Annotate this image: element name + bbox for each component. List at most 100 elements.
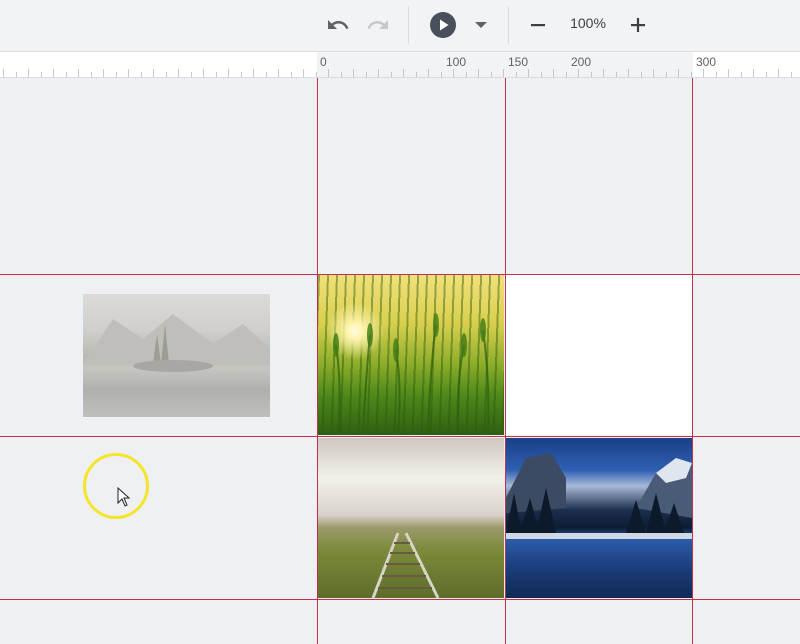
ruler-tick bbox=[728, 69, 729, 77]
ruler-tick bbox=[616, 72, 617, 77]
ruler-tick bbox=[3, 69, 4, 77]
mountain-lake-image[interactable] bbox=[506, 438, 692, 598]
guide-line-horizontal[interactable] bbox=[0, 436, 800, 437]
ruler-tick bbox=[203, 69, 204, 77]
ruler-tick bbox=[766, 72, 767, 77]
ruler-tick bbox=[53, 69, 54, 77]
railway-graphic bbox=[371, 532, 440, 598]
ruler-tick bbox=[278, 69, 279, 77]
toolbar-separator bbox=[408, 6, 409, 44]
caret-down-icon bbox=[475, 22, 487, 28]
ruler-tick bbox=[778, 69, 779, 77]
undo-button[interactable] bbox=[322, 8, 354, 42]
undo-icon bbox=[328, 20, 349, 29]
ruler-tick bbox=[716, 72, 717, 77]
toolbar-separator bbox=[508, 6, 509, 44]
ruler-tick bbox=[316, 72, 317, 77]
ruler-tick bbox=[178, 69, 179, 77]
wheat-stalks-graphic bbox=[333, 313, 490, 435]
ruler-tick bbox=[528, 69, 529, 77]
ruler-tick bbox=[591, 72, 592, 77]
ruler-tick bbox=[116, 72, 117, 77]
ruler-tick bbox=[541, 72, 542, 77]
ruler-tick bbox=[166, 72, 167, 77]
guide-line-horizontal[interactable] bbox=[0, 599, 800, 600]
mountain-graphic bbox=[506, 453, 692, 539]
ruler-tick bbox=[228, 69, 229, 77]
ruler-label: 150 bbox=[508, 55, 529, 69]
ruler-tick bbox=[366, 72, 367, 77]
design-canvas[interactable] bbox=[0, 78, 800, 644]
ruler-tick bbox=[16, 72, 17, 77]
plus-icon bbox=[631, 18, 645, 32]
ruler-tick bbox=[91, 72, 92, 77]
ruler-active-range bbox=[317, 52, 693, 77]
ruler-tick bbox=[266, 72, 267, 77]
ruler-tick bbox=[191, 72, 192, 77]
ruler-tick bbox=[378, 69, 379, 77]
ruler-tick bbox=[416, 72, 417, 77]
ruler-tick bbox=[453, 69, 454, 77]
ruler-label: 0 bbox=[320, 55, 327, 69]
ruler-tick bbox=[653, 69, 654, 77]
ruler-tick bbox=[791, 72, 792, 77]
ruler-tick bbox=[391, 72, 392, 77]
wheat-field-image[interactable] bbox=[318, 275, 504, 435]
ruler-tick bbox=[678, 69, 679, 77]
ruler-tick bbox=[503, 69, 504, 77]
ruler-tick bbox=[303, 69, 304, 77]
mouse-pointer-icon bbox=[117, 487, 131, 507]
guide-line-vertical[interactable] bbox=[317, 78, 318, 644]
zoom-in-button[interactable] bbox=[626, 8, 650, 42]
ruler-tick bbox=[666, 72, 667, 77]
ruler-tick bbox=[603, 69, 604, 77]
railway-track-image[interactable] bbox=[318, 438, 504, 598]
ruler-tick bbox=[241, 72, 242, 77]
ruler-tick bbox=[141, 72, 142, 77]
redo-button[interactable] bbox=[362, 8, 394, 42]
play-icon bbox=[430, 12, 456, 38]
minus-icon bbox=[531, 24, 545, 27]
ruler-tick bbox=[328, 69, 329, 77]
ruler-tick bbox=[516, 72, 517, 77]
ruler-tick bbox=[741, 72, 742, 77]
ruler-tick bbox=[641, 72, 642, 77]
ruler-tick bbox=[153, 69, 154, 77]
ruler-tick bbox=[353, 69, 354, 77]
ruler-tick bbox=[491, 72, 492, 77]
zoom-out-button[interactable] bbox=[526, 8, 550, 42]
guide-line-vertical[interactable] bbox=[692, 78, 693, 644]
ruler-tick bbox=[128, 69, 129, 77]
zoom-level[interactable]: 100% bbox=[566, 15, 610, 31]
play-options-dropdown[interactable] bbox=[470, 8, 492, 42]
ruler-tick bbox=[628, 69, 629, 77]
ruler-tick bbox=[78, 69, 79, 77]
play-button[interactable] bbox=[428, 8, 458, 42]
ruler-tick bbox=[403, 69, 404, 77]
ruler-tick bbox=[103, 69, 104, 77]
ruler-tick bbox=[566, 72, 567, 77]
ruler-tick bbox=[341, 72, 342, 77]
ruler-label: 100 bbox=[446, 55, 467, 69]
ruler-tick bbox=[66, 72, 67, 77]
ruler-tick bbox=[41, 72, 42, 77]
ruler-label: 300 bbox=[696, 55, 717, 69]
empty-white-cell[interactable] bbox=[506, 275, 692, 435]
guide-line-vertical[interactable] bbox=[505, 78, 506, 644]
ruler-tick bbox=[691, 72, 692, 77]
ruler-tick bbox=[578, 69, 579, 77]
ruler-tick bbox=[428, 69, 429, 77]
ruler-tick bbox=[703, 69, 704, 77]
ruler-tick bbox=[291, 72, 292, 77]
lake-graphic bbox=[83, 314, 270, 372]
ruler-tick bbox=[253, 69, 254, 77]
ruler-tick bbox=[28, 69, 29, 77]
guide-line-horizontal[interactable] bbox=[0, 274, 800, 275]
ruler-tick bbox=[553, 69, 554, 77]
ruler-tick bbox=[216, 72, 217, 77]
ruler-tick bbox=[441, 72, 442, 77]
ruler-tick bbox=[478, 69, 479, 77]
toolbar: 100% bbox=[0, 0, 800, 52]
faded-lake-image[interactable] bbox=[83, 294, 270, 417]
cursor-highlight-ring bbox=[83, 453, 149, 519]
